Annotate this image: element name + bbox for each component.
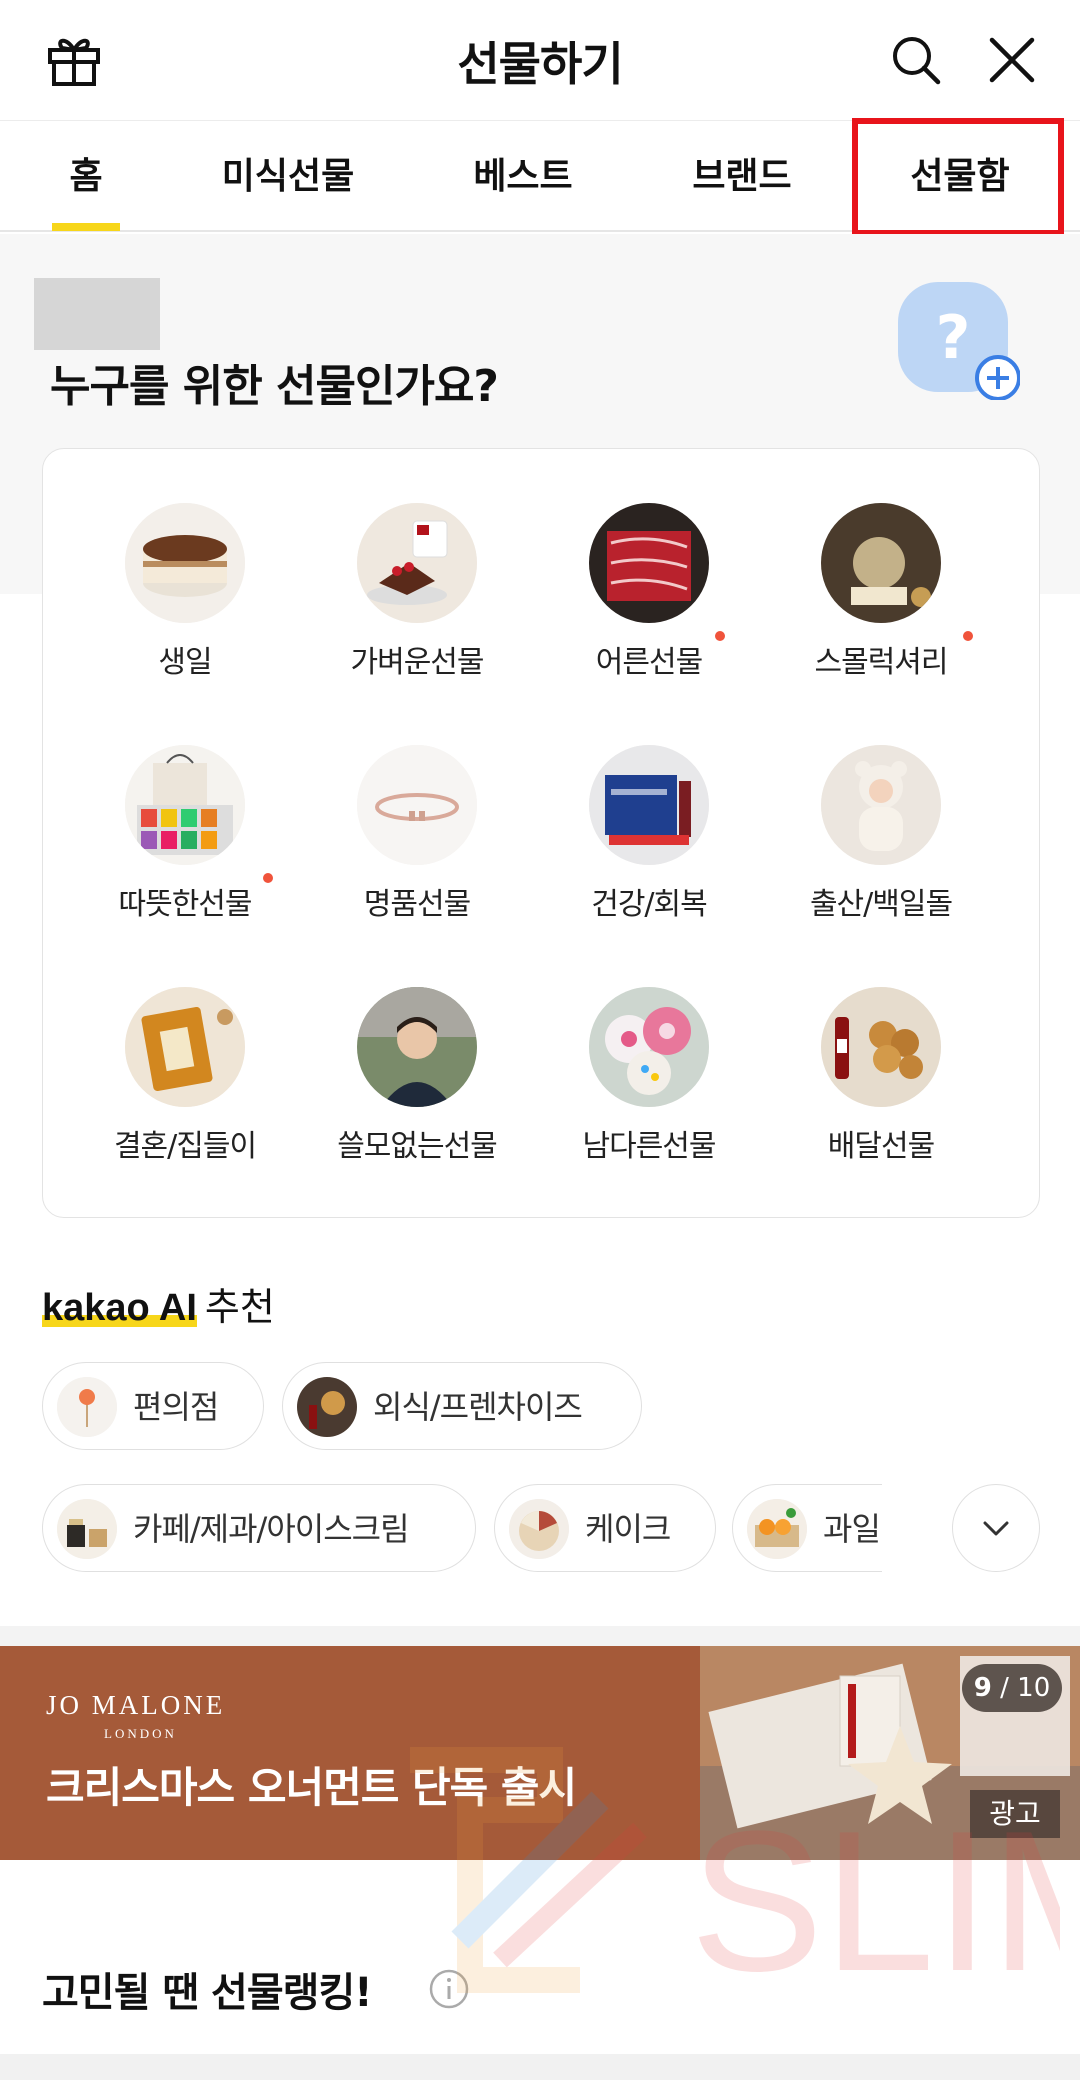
counter-total: / 10 (1000, 1673, 1051, 1703)
add-friend-avatar-icon[interactable]: ? (898, 282, 1020, 400)
ad-banner[interactable]: JO MALONE LONDON 크리스마스 오너먼트 단독 출시 9 / 10… (0, 1646, 1080, 1860)
category-wedding[interactable]: 결혼/집들이 (69, 987, 301, 1187)
chip-fruit[interactable]: 과일 (732, 1484, 882, 1572)
category-label: 건강/회복 (591, 887, 708, 922)
meat-icon (589, 503, 709, 623)
category-label: 출산/백일돌 (809, 887, 953, 922)
banner-headline: 크리스마스 오너먼트 단독 출시 (46, 1763, 577, 1812)
category-label: 배달선물 (827, 1129, 935, 1164)
person-icon (357, 987, 477, 1107)
chip-label: 외식/프렌차이즈 (373, 1388, 583, 1426)
new-dot (963, 631, 973, 641)
category-baby[interactable]: 출산/백일돌 (765, 745, 997, 945)
category-label: 가벼운선물 (350, 645, 485, 680)
category-delivery-gift[interactable]: 배달선물 (765, 987, 997, 1187)
chip-convenience-store[interactable]: 편의점 (42, 1362, 264, 1450)
category-light-gift[interactable]: 가벼운선물 (301, 503, 533, 703)
section-divider (0, 1626, 1080, 1646)
blurred-username (34, 278, 160, 350)
cake-icon (125, 503, 245, 623)
chip-cafe-bakery-icecream[interactable]: 카페/제과/아이스크림 (42, 1484, 476, 1572)
baby-icon (821, 745, 941, 865)
category-label: 생일 (158, 645, 212, 680)
active-tab-indicator (52, 223, 120, 231)
category-label: 명품선물 (363, 887, 471, 922)
app-header: 선물하기 (0, 0, 1080, 120)
brand-subtitle: LONDON (104, 1726, 177, 1741)
perfume-icon (125, 987, 245, 1107)
teapot-icon (821, 503, 941, 623)
chevron-down-icon (983, 1521, 1009, 1536)
tab-gourmet-gifts[interactable]: 미식선물 (196, 121, 380, 231)
tab-brand[interactable]: 브랜드 (650, 121, 834, 231)
search-icon[interactable] (888, 32, 944, 88)
category-label: 남다른선물 (582, 1129, 717, 1164)
recommend-label: 추천 (204, 1285, 275, 1329)
gift-box-highlight-frame (852, 118, 1064, 236)
category-label: 어른선물 (595, 645, 703, 680)
category-elder-gift[interactable]: 어른선물 (533, 503, 765, 703)
info-icon[interactable] (428, 1968, 470, 2010)
ai-recommend-title: kakao AI 추천 (42, 1276, 275, 1331)
chip-label: 카페/제과/아이스크림 (133, 1510, 410, 1548)
new-dot (715, 631, 725, 641)
category-health[interactable]: 건강/회복 (533, 745, 765, 945)
coffee-icon (357, 503, 477, 623)
chip-dining-franchise[interactable]: 외식/프렌차이즈 (282, 1362, 642, 1450)
chip-label: 과일 (823, 1510, 881, 1548)
cake-donut-icon (589, 987, 709, 1107)
bracelet-icon (357, 745, 477, 865)
category-label: 스몰럭셔리 (814, 645, 949, 680)
category-luxury-gift[interactable]: 명품선물 (301, 745, 533, 945)
lollipop-icon (57, 1377, 117, 1437)
tab-home[interactable]: 홈 (20, 121, 152, 231)
category-label: 결혼/집들이 (113, 1129, 257, 1164)
banner-page-counter: 9 / 10 (962, 1664, 1062, 1712)
chip-label: 케이크 (585, 1510, 671, 1548)
svg-text:?: ? (936, 303, 971, 373)
fruit-icon (747, 1499, 807, 1559)
ad-label: 광고 (970, 1790, 1060, 1838)
recipient-question: 누구를 위한 선물인가요? (50, 361, 499, 412)
category-unique-gift[interactable]: 남다른선물 (533, 987, 765, 1187)
new-dot (263, 873, 273, 883)
chip-cake[interactable]: 케이크 (494, 1484, 716, 1572)
tab-best[interactable]: 베스트 (430, 121, 616, 231)
category-grid: 생일 가벼운선물 어른선물 스몰럭셔리 따뜻한선물 명품선물 건강/회복 출산/… (42, 448, 1040, 1218)
category-useless-gift[interactable]: 쓸모없는선물 (301, 987, 533, 1187)
gift-ranking-title: 고민될 땐 선물랭킹! (42, 1970, 372, 2016)
category-small-luxury[interactable]: 스몰럭셔리 (765, 503, 997, 703)
expand-chips-button[interactable] (952, 1484, 1040, 1572)
close-icon[interactable] (984, 32, 1040, 88)
category-label: 따뜻한선물 (118, 887, 253, 922)
giftbox-icon (125, 745, 245, 865)
cake-slice-icon (509, 1499, 569, 1559)
counter-current: 9 (973, 1673, 992, 1703)
category-birthday[interactable]: 생일 (69, 503, 301, 703)
icecream-icon (57, 1499, 117, 1559)
category-warm-gift[interactable]: 따뜻한선물 (69, 745, 301, 945)
chip-label: 편의점 (133, 1388, 219, 1426)
category-label: 쓸모없는선물 (337, 1129, 498, 1164)
chicken-icon (821, 987, 941, 1107)
brand-logo: JO MALONE (46, 1690, 226, 1720)
food-icon (297, 1377, 357, 1437)
next-section-edge (0, 2054, 1080, 2080)
kakao-ai-label: kakao AI (42, 1287, 197, 1329)
supplement-icon (589, 745, 709, 865)
